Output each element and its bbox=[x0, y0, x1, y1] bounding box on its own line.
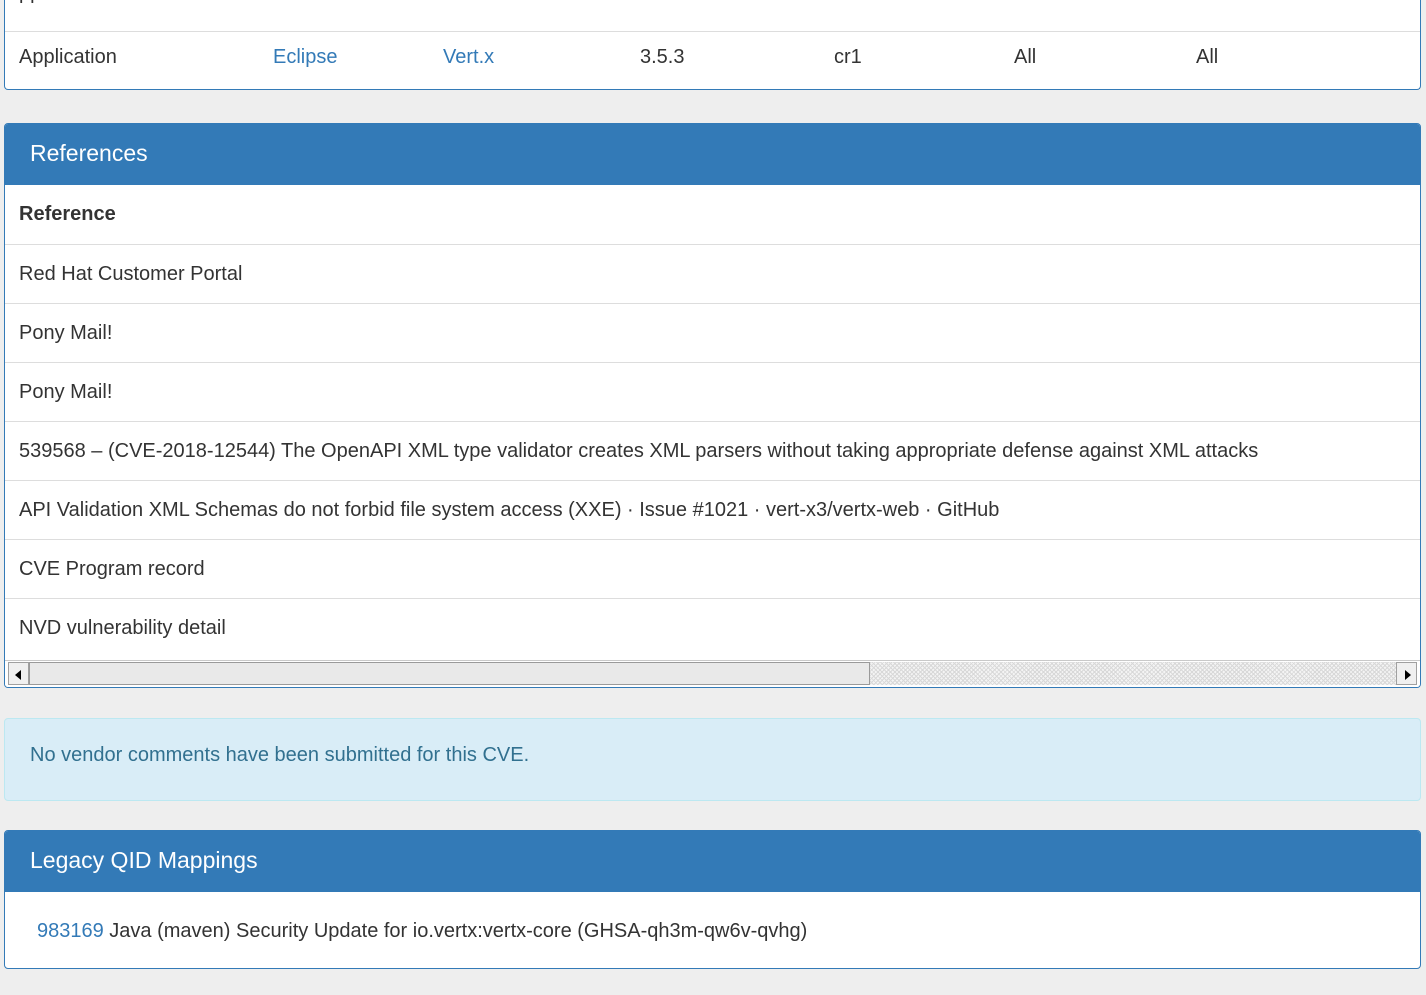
table-row: pp i bbox=[5, 0, 1420, 32]
references-heading: References bbox=[5, 124, 1420, 185]
legacy-qid-panel: Legacy QID Mappings 983169 Java (maven) … bbox=[4, 830, 1421, 969]
language-cell: All bbox=[1196, 46, 1219, 68]
qid-link[interactable]: 983169 bbox=[37, 920, 104, 942]
reference-item[interactable]: API Validation XML Schemas do not forbid… bbox=[5, 480, 1420, 539]
partial-cell: pp bbox=[19, 0, 41, 5]
reference-item[interactable]: Pony Mail! bbox=[5, 303, 1420, 362]
reference-item[interactable]: NVD vulnerability detail bbox=[5, 598, 1420, 657]
edition-cell: All bbox=[1014, 46, 1037, 68]
reference-item[interactable]: Red Hat Customer Portal bbox=[5, 244, 1420, 303]
configurations-panel: pp i Application Eclipse Vert.x 3.5.3 cr… bbox=[4, 0, 1421, 90]
arrow-right-icon bbox=[1405, 670, 1411, 680]
arrow-left-icon bbox=[15, 670, 21, 680]
part-cell: Application bbox=[19, 46, 117, 68]
reference-item[interactable]: CVE Program record bbox=[5, 539, 1420, 598]
version-cell: 3.5.3 bbox=[640, 46, 685, 68]
legacy-qid-heading: Legacy QID Mappings bbox=[5, 831, 1420, 892]
table-row: Application Eclipse Vert.x 3.5.3 cr1 All… bbox=[5, 32, 1420, 83]
vendor-comments-message: No vendor comments have been submitted f… bbox=[30, 744, 530, 766]
qid-mapping-row: 983169 Java (maven) Security Update for … bbox=[5, 892, 1420, 943]
product-link[interactable]: Vert.x bbox=[443, 46, 494, 69]
vendor-link[interactable]: Eclipse bbox=[273, 46, 337, 69]
reference-column-header: Reference bbox=[19, 203, 116, 225]
reference-item[interactable]: Pony Mail! bbox=[5, 362, 1420, 421]
scrollbar-track[interactable] bbox=[29, 662, 1396, 685]
references-table: Reference Red Hat Customer Portal Pony M… bbox=[5, 185, 1420, 657]
scroll-left-button[interactable] bbox=[8, 662, 29, 685]
reference-item[interactable]: 539568 – (CVE-2018-12544) The OpenAPI XM… bbox=[5, 421, 1420, 480]
partial-cell-link[interactable]: i bbox=[295, 0, 299, 5]
references-panel: References Reference Red Hat Customer Po… bbox=[4, 123, 1421, 688]
update-cell: cr1 bbox=[834, 46, 862, 68]
qid-description: Java (maven) Security Update for io.vert… bbox=[103, 920, 808, 942]
vendor-comments-alert: No vendor comments have been submitted f… bbox=[4, 718, 1421, 801]
scrollbar-thumb[interactable] bbox=[29, 662, 870, 685]
horizontal-scrollbar[interactable] bbox=[5, 660, 1420, 687]
scroll-right-button[interactable] bbox=[1396, 662, 1417, 685]
